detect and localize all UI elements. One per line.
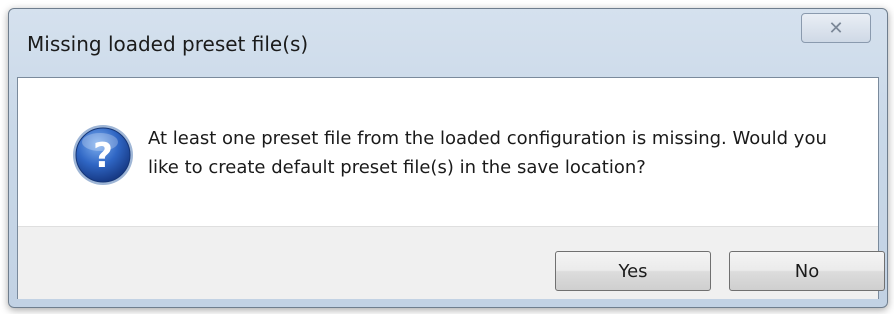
- title-bar[interactable]: Missing loaded preset file(s) ✕: [9, 9, 887, 77]
- message-dialog: Missing loaded preset file(s) ✕ ? At lea…: [8, 8, 888, 308]
- no-button[interactable]: No: [729, 251, 885, 291]
- dialog-client-area: ? At least one preset file from the load…: [17, 77, 885, 299]
- svg-text:?: ?: [93, 136, 113, 176]
- yes-button[interactable]: Yes: [555, 251, 711, 291]
- question-icon: ?: [73, 125, 133, 185]
- dialog-title: Missing loaded preset file(s): [27, 32, 309, 56]
- button-bar: Yes No: [18, 226, 885, 299]
- message-area: ? At least one preset file from the load…: [18, 78, 878, 226]
- close-button[interactable]: ✕: [801, 13, 871, 43]
- message-text: At least one preset file from the loaded…: [148, 128, 827, 178]
- close-icon: ✕: [828, 17, 844, 39]
